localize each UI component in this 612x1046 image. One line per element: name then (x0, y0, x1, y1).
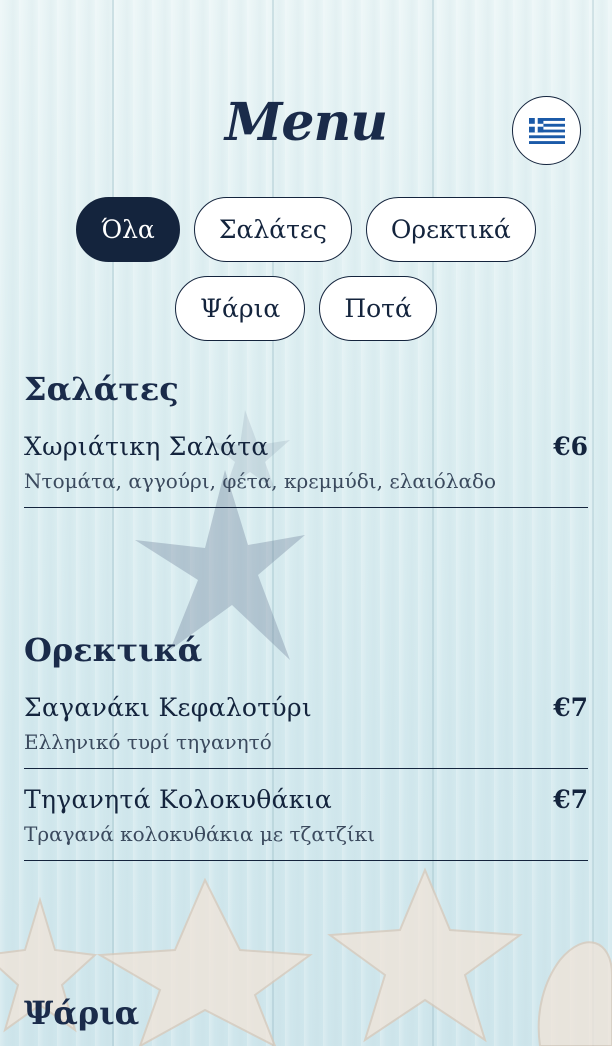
filter-chip-salads[interactable]: Σαλάτες (193, 197, 352, 262)
menu-item[interactable]: Τηγανητά Κολοκυθάκια €7 Τραγανά κολοκυθά… (24, 785, 588, 861)
item-price: €6 (553, 432, 588, 461)
item-price: €7 (553, 693, 588, 722)
menu-item[interactable]: Χωριάτικη Σαλάτα €6 Ντομάτα, αγγούρι, φέ… (24, 432, 588, 508)
section-title: Σαλάτες (24, 370, 179, 408)
item-name: Τηγανητά Κολοκυθάκια (24, 785, 333, 814)
item-name: Χωριάτικη Σαλάτα (24, 432, 269, 461)
item-price: €7 (553, 785, 588, 814)
filter-chip-all[interactable]: Όλα (76, 197, 180, 262)
filter-chip-fish[interactable]: Ψάρια (175, 276, 306, 341)
greek-flag-icon (528, 117, 565, 144)
filter-chip-appetizers[interactable]: Ορεκτικά (365, 197, 536, 262)
menu-item[interactable]: Σαγανάκι Κεφαλοτύρι €7 Ελληνικό τυρί τηγ… (24, 693, 588, 769)
item-description: Τραγανά κολοκυθάκια με τζατζίκι (24, 822, 375, 846)
item-description: Ντομάτα, αγγούρι, φέτα, κρεμμύδι, ελαιόλ… (24, 469, 497, 493)
item-description: Ελληνικό τυρί τηγανητό (24, 730, 272, 754)
language-button[interactable] (512, 96, 581, 165)
section-fish: Ψάρια (24, 994, 588, 1046)
filter-chip-drinks[interactable]: Ποτά (319, 276, 437, 341)
category-filters: Όλα Σαλάτες Ορεκτικά Ψάρια Ποτά (0, 197, 612, 355)
section-title: Ορεκτικά (24, 631, 203, 669)
section-appetizers: Ορεκτικά Σαγανάκι Κεφαλοτύρι €7 Ελληνικό… (24, 631, 588, 877)
item-name: Σαγανάκι Κεφαλοτύρι (24, 693, 312, 722)
section-title: Ψάρια (24, 994, 140, 1032)
section-salads: Σαλάτες Χωριάτικη Σαλάτα €6 Ντομάτα, αγγ… (24, 370, 588, 524)
